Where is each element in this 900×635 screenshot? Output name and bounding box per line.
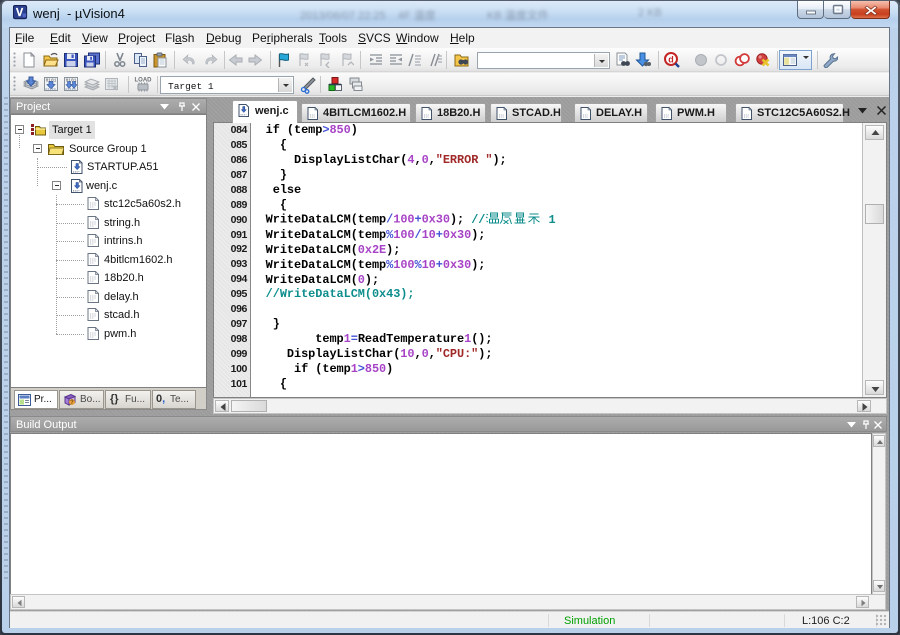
svg-text:d: d <box>668 55 674 65</box>
svg-text:?: ? <box>70 400 74 406</box>
svg-text:LOAD: LOAD <box>135 78 153 84</box>
